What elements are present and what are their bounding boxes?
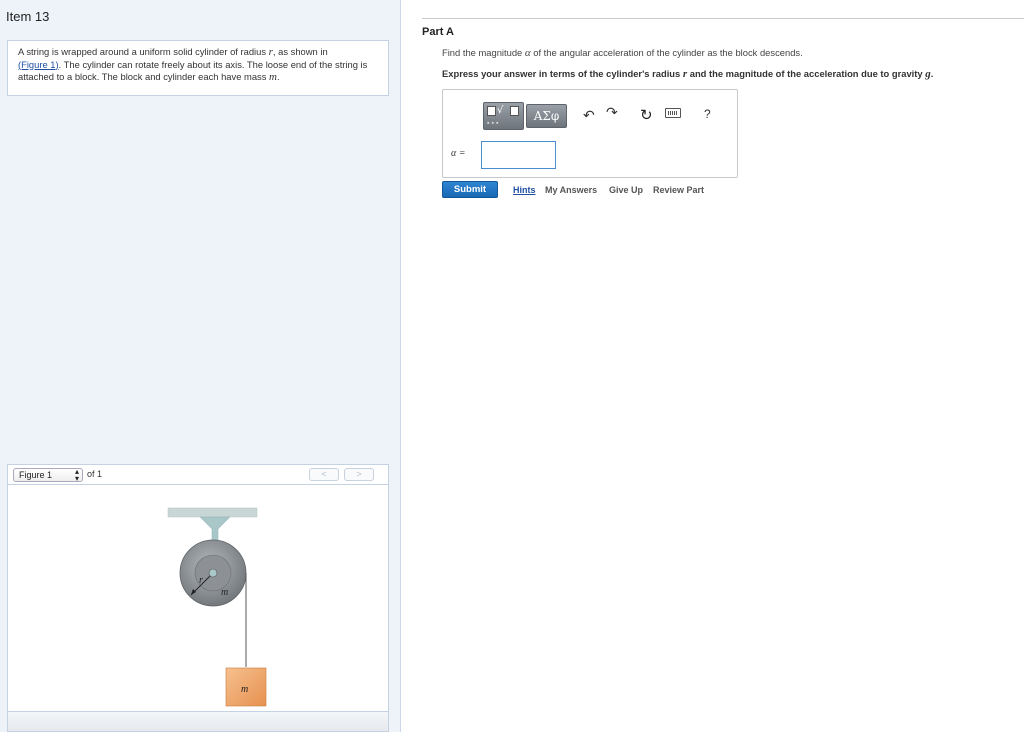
help-icon[interactable]: ? <box>704 107 711 121</box>
keyboard-icon[interactable] <box>665 108 681 118</box>
question-text: Find the magnitude α of the angular acce… <box>442 47 803 59</box>
answer-input[interactable] <box>481 141 556 169</box>
divider <box>422 18 1024 19</box>
template-dots-icon: ▪▪▪ <box>487 120 501 127</box>
reset-icon[interactable]: ↻ <box>640 106 653 124</box>
previous-figure-button[interactable]: < <box>309 468 339 481</box>
answer-variable-label: α = <box>451 148 466 159</box>
pulley-figure: r m m <box>167 507 267 707</box>
figure-panel: Figure 1 ▴ ▾ of 1 < > r m m <box>7 464 389 732</box>
answer-box: √ ▪▪▪ ΑΣφ ↶ ↷ ↻ ? α = <box>442 89 738 178</box>
ceiling <box>167 507 258 518</box>
figure-link[interactable]: (Figure 1) <box>18 59 59 70</box>
problem-text: . <box>276 71 280 82</box>
right-panel: Part A Find the magnitude α of the angul… <box>402 0 1024 732</box>
next-figure-button[interactable]: > <box>344 468 374 481</box>
undo-icon[interactable]: ↶ <box>583 107 595 124</box>
block-mass-label: m <box>241 684 248 695</box>
instruction-segment: . <box>930 68 934 79</box>
cylinder-mass-label: m <box>221 587 228 598</box>
figure-footer <box>8 711 388 731</box>
math-toolbar: √ ▪▪▪ ΑΣφ <box>483 102 567 130</box>
problem-text: , as shown in <box>272 46 328 57</box>
template-box-icon <box>510 106 519 116</box>
figure-select[interactable]: Figure 1 ▴ ▾ <box>13 467 83 483</box>
question-text-segment: Find the magnitude <box>442 47 525 58</box>
instruction-segment: Express your answer in terms of the cyli… <box>442 68 683 79</box>
question-text-segment: of the angular acceleration of the cylin… <box>530 47 803 58</box>
redo-icon[interactable]: ↷ <box>606 104 618 121</box>
left-panel: Item 13 A string is wrapped around a uni… <box>0 0 401 732</box>
mass-variable: m <box>269 71 277 83</box>
figure-select-value: Figure 1 <box>19 470 53 480</box>
instruction-text: Express your answer in terms of the cyli… <box>442 68 933 80</box>
figure-toolbar: Figure 1 ▴ ▾ of 1 < > <box>8 465 388 485</box>
item-title: Item 13 <box>6 9 50 24</box>
select-arrows-icon: ▴ ▾ <box>74 467 79 483</box>
part-title: Part A <box>422 26 454 38</box>
problem-text: . The cylinder can rotate freely about i… <box>18 58 368 83</box>
template-box-icon <box>487 106 496 116</box>
problem-text: A string is wrapped around a uniform sol… <box>18 46 269 57</box>
radius-label: r <box>199 575 203 586</box>
review-part-link[interactable]: Review Part <box>653 185 704 195</box>
problem-statement: A string is wrapped around a uniform sol… <box>7 40 389 96</box>
axle <box>208 568 218 578</box>
my-answers-link[interactable]: My Answers <box>545 185 597 195</box>
greek-symbols-button[interactable]: ΑΣφ <box>526 104 567 128</box>
templates-button[interactable]: √ ▪▪▪ <box>483 102 524 130</box>
give-up-link[interactable]: Give Up <box>609 185 643 195</box>
hints-link[interactable]: Hints <box>513 185 536 195</box>
submit-button[interactable]: Submit <box>442 181 498 198</box>
instruction-segment: and the magnitude of the acceleration du… <box>687 68 926 79</box>
figure-count: of 1 <box>87 469 103 479</box>
sqrt-icon: √ <box>497 105 504 116</box>
